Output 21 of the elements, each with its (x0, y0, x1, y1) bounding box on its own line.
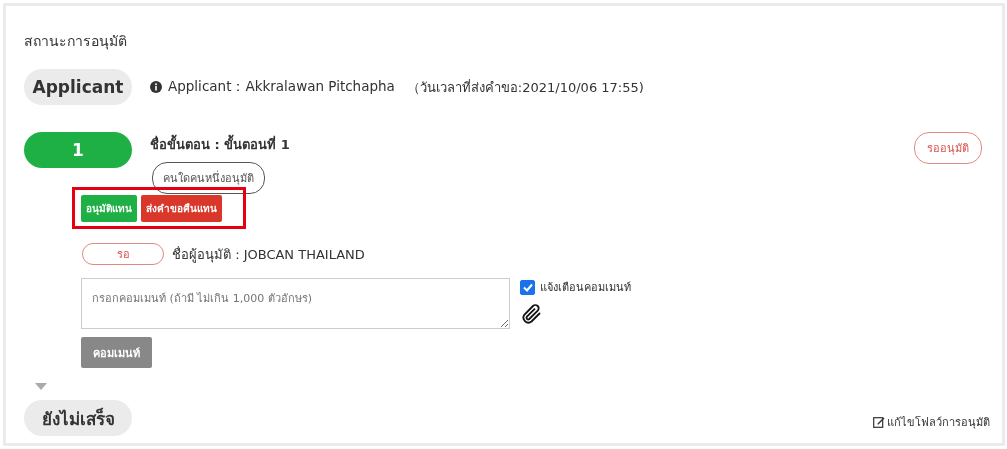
pending-badge: ยังไม่เสร็จ (24, 400, 132, 436)
comment-button[interactable]: คอมเมนท์ (81, 337, 152, 368)
step-name: ชื่อขั้นตอน : ขั้นตอนที่ 1 (150, 134, 290, 155)
action-button[interactable]: ส่งคำขอคืนแทน (141, 194, 222, 222)
edit-icon[interactable] (873, 416, 885, 428)
info-icon (150, 81, 162, 93)
section-title: สถานะการอนุมัติ (24, 32, 128, 52)
approver-name: ชื่อผู้อนุมัติ : JOBCAN THAILAND (172, 245, 365, 265)
paperclip-icon[interactable] (520, 302, 544, 326)
notify-checkbox[interactable] (520, 279, 535, 295)
status-badge: รออนุมัติ (914, 132, 982, 164)
comment-field[interactable]: กรอกคอมเมนท์ (ถ้ามี ไม่เกิน 1,000 ตัวอักษร) (81, 278, 510, 329)
step-number: 1 (24, 132, 132, 168)
notify-label: แจ้งเตือนคอมเมนท์ (540, 280, 631, 296)
caret-icon (35, 383, 47, 390)
rule-badge: คนใดคนหนึ่งอนุมัติ (152, 162, 265, 194)
applicant-name: Applicant：Akkralawan Pitchapha (168, 78, 395, 96)
action-button[interactable]: อนุมัติแทน (81, 194, 137, 222)
edit-flow-link[interactable]: แก้ไขโฟลว์การอนุมัติ (887, 413, 990, 431)
applicant-badge: Applicant (24, 69, 132, 105)
sent-time: （วันเวลาที่ส่งคำขอ:2021/10/06 17:55) (406, 78, 644, 97)
